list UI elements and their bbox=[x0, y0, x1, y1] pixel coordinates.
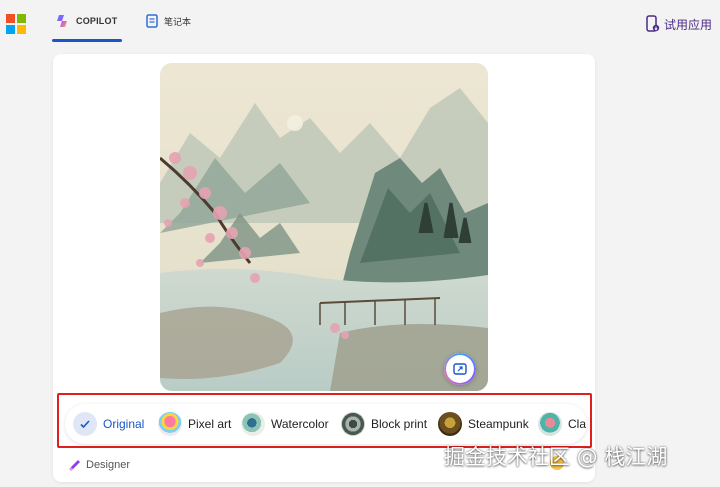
tab-copilot-label: COPILOT bbox=[76, 16, 118, 26]
watercolor-thumbnail-icon bbox=[241, 412, 265, 436]
claymation-thumbnail-icon bbox=[538, 412, 562, 436]
style-option-label: Cla bbox=[568, 417, 587, 431]
designer-label: Designer bbox=[86, 459, 131, 471]
expand-icon bbox=[453, 363, 467, 375]
active-tab-indicator bbox=[52, 39, 122, 42]
designer-icon bbox=[69, 460, 80, 471]
style-selector: Original Pixel art Watercolor Block prin… bbox=[65, 404, 587, 444]
watermark: 掘金技术社区 @ 栈江湖 bbox=[444, 445, 668, 469]
style-option-label: Steampunk bbox=[468, 417, 529, 431]
pixel-art-thumbnail-icon bbox=[158, 412, 182, 436]
steampunk-thumbnail-icon bbox=[438, 412, 462, 436]
style-option-pixel-art[interactable]: Pixel art bbox=[158, 410, 231, 438]
designer-attribution[interactable]: Designer bbox=[68, 458, 130, 472]
notebook-icon bbox=[146, 14, 158, 28]
style-option-original[interactable]: Original bbox=[73, 410, 144, 438]
tab-notebook-label: 笔记本 bbox=[164, 16, 192, 27]
style-option-watercolor[interactable]: Watercolor bbox=[241, 410, 329, 438]
style-option-steampunk[interactable]: Steampunk bbox=[438, 410, 529, 438]
top-bar: COPILOT 笔记本 试用应用 bbox=[0, 0, 720, 46]
style-option-label: Pixel art bbox=[188, 417, 232, 431]
copilot-icon bbox=[57, 15, 67, 27]
tab-notebook[interactable]: 笔记本 bbox=[146, 0, 191, 42]
app-download-icon bbox=[646, 15, 660, 32]
try-app-button[interactable]: 试用应用 bbox=[646, 15, 712, 33]
landscape-painting bbox=[160, 63, 488, 391]
checkmark-icon bbox=[73, 412, 97, 436]
tab-copilot[interactable]: COPILOT bbox=[52, 0, 122, 42]
style-option-claymation[interactable]: Cla bbox=[538, 410, 586, 438]
expand-image-button[interactable] bbox=[444, 353, 476, 385]
style-option-block-print[interactable]: Block print bbox=[341, 410, 427, 438]
try-app-label: 试用应用 bbox=[663, 17, 712, 32]
block-print-thumbnail-icon bbox=[341, 412, 365, 436]
generated-image[interactable] bbox=[160, 63, 488, 391]
style-option-label: Watercolor bbox=[271, 417, 329, 431]
style-option-label: Block print bbox=[371, 417, 428, 431]
style-option-label: Original bbox=[103, 417, 145, 431]
microsoft-logo[interactable] bbox=[6, 14, 26, 34]
